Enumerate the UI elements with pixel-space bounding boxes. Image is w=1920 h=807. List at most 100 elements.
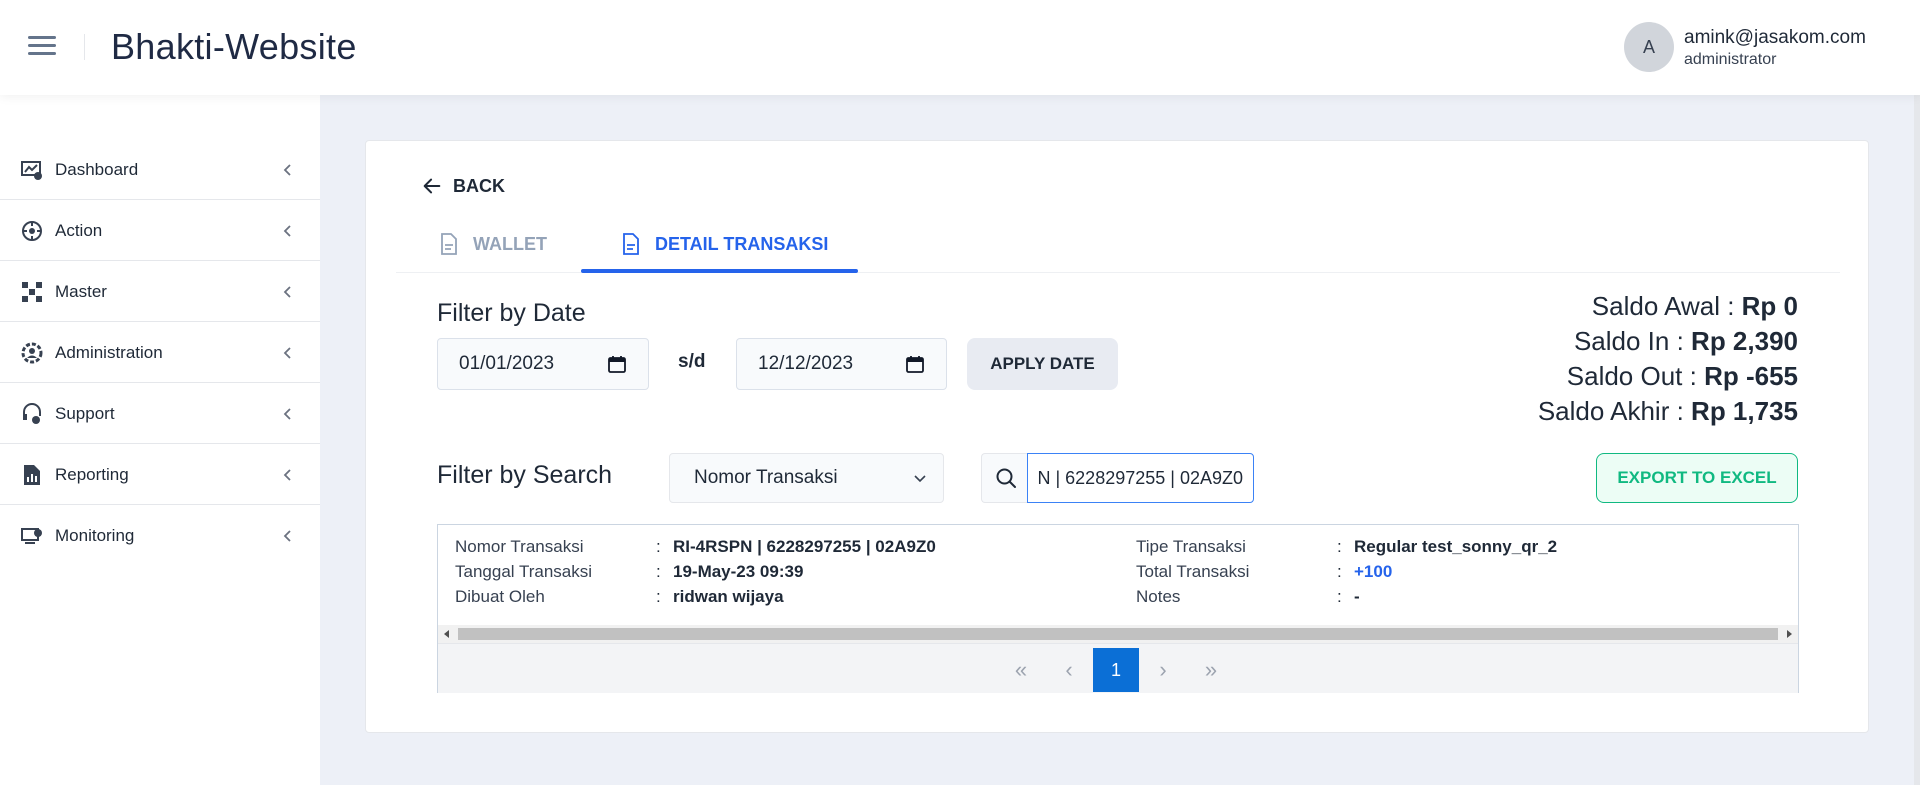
- chevron-left-icon: [283, 468, 291, 481]
- dibuat-value: ridwan wijaya: [673, 587, 784, 606]
- back-label: BACK: [453, 175, 505, 196]
- horizontal-scrollbar[interactable]: [438, 625, 1798, 643]
- total-value: +100: [1354, 562, 1393, 581]
- administration-icon: [21, 342, 43, 363]
- colon: :: [656, 587, 661, 606]
- calendar-icon[interactable]: [608, 355, 626, 373]
- sidebar-item-master[interactable]: Master: [0, 262, 320, 322]
- tab-detail-transaksi[interactable]: DETAIL TRANSAKSI: [621, 221, 828, 267]
- chevron-left-icon: [283, 163, 291, 176]
- sidebar-item-reporting[interactable]: Reporting: [0, 445, 320, 505]
- saldo-out-value: Rp -655: [1704, 361, 1798, 391]
- pagination: « ‹ 1 › »: [438, 643, 1798, 693]
- saldo-out-label: Saldo Out :: [1566, 361, 1697, 391]
- dashboard-icon: [21, 160, 42, 180]
- saldo-in-value: Rp 2,390: [1691, 326, 1798, 356]
- header-divider: [84, 34, 85, 60]
- tab-wallet[interactable]: WALLET: [439, 221, 547, 267]
- colon: :: [1337, 562, 1342, 581]
- saldo-in-label: Saldo In :: [1573, 326, 1684, 356]
- menu-toggle-icon[interactable]: [28, 36, 56, 58]
- colon: :: [1337, 587, 1342, 606]
- sidebar-item-label: Reporting: [55, 464, 129, 484]
- sidebar-item-monitoring[interactable]: Monitoring: [0, 506, 320, 566]
- monitoring-icon: [21, 528, 42, 544]
- avatar[interactable]: A: [1624, 22, 1674, 72]
- scroll-right-icon[interactable]: [1787, 630, 1792, 638]
- prev-page-button[interactable]: ‹: [1046, 648, 1092, 692]
- saldo-awal-value: Rp 0: [1741, 291, 1798, 321]
- saldo-akhir-value: Rp 1,735: [1691, 396, 1798, 426]
- tab-label: WALLET: [473, 233, 547, 254]
- search-field-select[interactable]: Nomor Transaksi: [669, 453, 944, 503]
- sidebar-item-dashboard[interactable]: Dashboard: [0, 140, 320, 200]
- date-from-input[interactable]: 01/01/2023: [437, 338, 649, 390]
- first-page-button[interactable]: «: [998, 648, 1044, 692]
- master-icon: [22, 281, 42, 302]
- nomor-value: RI-4RSPN | 6228297255 | 02A9Z0: [673, 537, 936, 556]
- app-title: Bhakti-Website: [111, 26, 357, 67]
- chevron-left-icon: [283, 285, 291, 298]
- document-icon: [623, 233, 639, 255]
- user-email[interactable]: amink@jasakom.com: [1684, 27, 1866, 49]
- tab-label: DETAIL TRANSAKSI: [655, 233, 829, 254]
- user-role: administrator: [1684, 51, 1777, 68]
- sidebar-item-label: Monitoring: [55, 526, 135, 545]
- scroll-left-icon[interactable]: [444, 630, 449, 638]
- last-page-button[interactable]: »: [1188, 648, 1234, 692]
- date-to-value: 12/12/2023: [758, 353, 854, 374]
- sidebar-item-administration[interactable]: Administration: [0, 323, 320, 383]
- saldo-akhir: Saldo Akhir : Rp 1,735: [1538, 396, 1798, 427]
- date-from-value: 01/01/2023: [459, 353, 555, 374]
- transaction-list: Nomor Transaksi : RI-4RSPN | 6228297255 …: [437, 524, 1799, 693]
- colon: :: [656, 562, 661, 581]
- next-page-button[interactable]: ›: [1140, 648, 1186, 692]
- chevron-left-icon: [283, 346, 291, 359]
- reporting-icon: [24, 464, 40, 485]
- sidebar-item-label: Action: [55, 220, 103, 240]
- sidebar-item-action[interactable]: Action: [0, 201, 320, 261]
- active-tab-indicator: [581, 269, 858, 273]
- saldo-out: Saldo Out : Rp -655: [1567, 361, 1798, 392]
- filter-search-title: Filter by Search: [437, 461, 613, 489]
- sidebar-item-label: Administration: [55, 342, 163, 362]
- tipe-label: Tipe Transaksi: [1136, 537, 1246, 556]
- chevron-left-icon: [283, 407, 291, 420]
- export-excel-button[interactable]: EXPORT TO EXCEL: [1596, 453, 1798, 503]
- colon: :: [1337, 537, 1342, 556]
- chevron-down-icon: [914, 475, 926, 483]
- page-1-button[interactable]: 1: [1093, 648, 1139, 692]
- sidebar-item-label: Master: [55, 281, 107, 301]
- notes-value: -: [1354, 587, 1360, 606]
- total-label: Total Transaksi: [1136, 562, 1250, 581]
- detail-card: BACK WALLET DETAIL TRANSAKSI Filter by D…: [365, 140, 1869, 733]
- saldo-awal-label: Saldo Awal :: [1591, 291, 1735, 321]
- search-input[interactable]: [1027, 453, 1254, 503]
- saldo-akhir-label: Saldo Akhir :: [1537, 396, 1684, 426]
- date-to-input[interactable]: 12/12/2023: [736, 338, 947, 390]
- tanggal-value: 19-May-23 09:39: [673, 562, 804, 581]
- page-scrollbar[interactable]: [1914, 95, 1920, 785]
- colon: :: [656, 537, 661, 556]
- support-icon: [23, 402, 41, 424]
- back-button[interactable]: BACK: [421, 175, 505, 197]
- search-icon: [996, 468, 1016, 488]
- sidebar-item-label: Dashboard: [55, 159, 139, 179]
- sidebar-item-support[interactable]: Support: [0, 384, 320, 444]
- action-icon: [22, 220, 42, 241]
- saldo-in: Saldo In : Rp 2,390: [1574, 326, 1798, 357]
- filter-date-title: Filter by Date: [437, 299, 586, 327]
- top-header: Bhakti-Website A amink@jasakom.com admin…: [0, 0, 1920, 95]
- apply-date-button[interactable]: APPLY DATE: [967, 338, 1118, 390]
- chevron-left-icon: [283, 530, 291, 542]
- search-field-value: Nomor Transaksi: [694, 467, 838, 488]
- calendar-icon[interactable]: [906, 355, 924, 373]
- document-icon: [441, 233, 457, 255]
- saldo-awal: Saldo Awal : Rp 0: [1592, 291, 1798, 322]
- tipe-value: Regular test_sonny_qr_2: [1354, 537, 1558, 556]
- search-icon-box: [981, 453, 1029, 503]
- footer-strip: [320, 785, 1920, 807]
- tanggal-label: Tanggal Transaksi: [455, 562, 593, 581]
- dibuat-label: Dibuat Oleh: [455, 587, 545, 606]
- scrollbar-thumb[interactable]: [458, 628, 1778, 640]
